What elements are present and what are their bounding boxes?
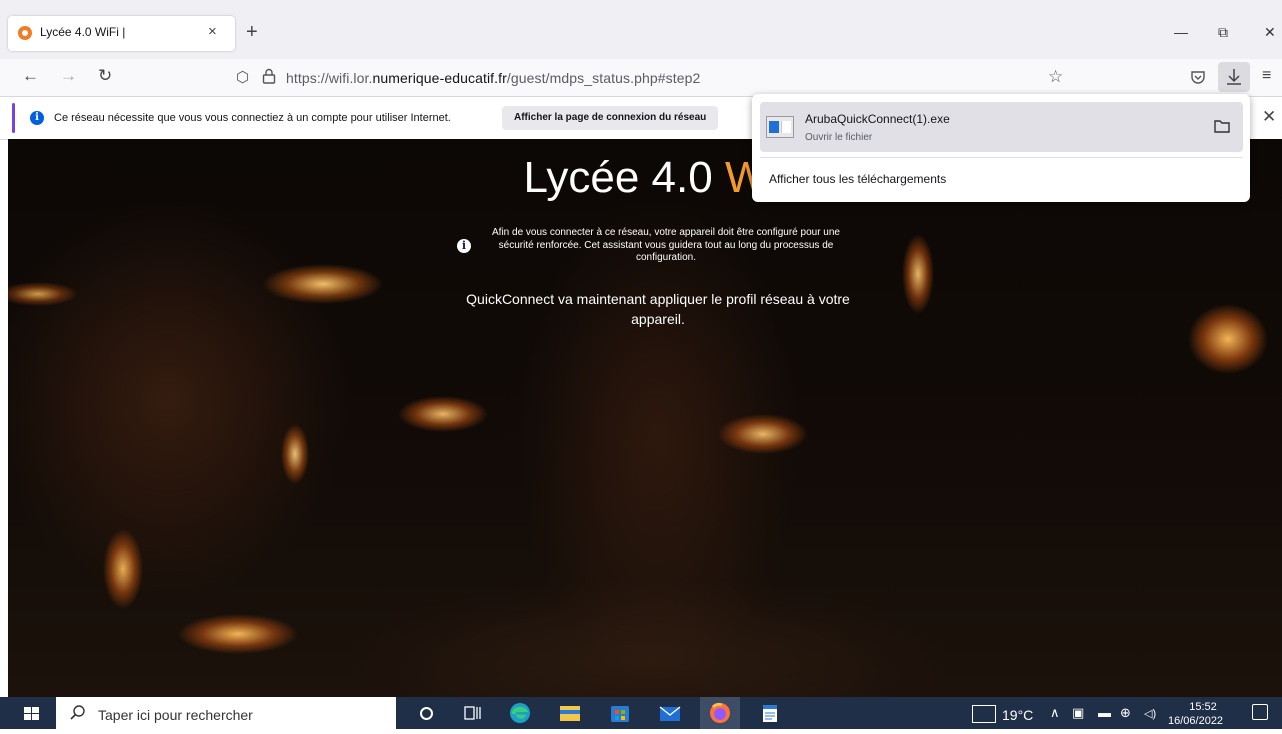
nav-bar: ← → ↻ ⬡ https://wifi.lor.numerique-educa… xyxy=(0,59,1282,96)
task-view-icon[interactable] xyxy=(452,697,492,729)
pocket-icon[interactable] xyxy=(1190,69,1206,85)
status-message: QuickConnect va maintenant appliquer le … xyxy=(466,291,850,327)
firefox-icon[interactable] xyxy=(700,697,740,729)
close-window-button[interactable]: ✕ xyxy=(1264,24,1276,41)
speaker-icon[interactable]: ◁) xyxy=(1144,707,1156,720)
intro-text: Afin de vous connecter à ce réseau, votr… xyxy=(492,227,840,263)
url-bar[interactable]: ⬡ https://wifi.lor.numerique-educatif.fr… xyxy=(228,62,1080,93)
hamburger-menu-icon[interactable]: ≡ xyxy=(1262,67,1271,85)
notepad-icon[interactable] xyxy=(750,697,790,729)
notification-accent xyxy=(12,103,15,133)
lock-icon[interactable] xyxy=(262,68,276,84)
info-icon: i xyxy=(30,111,44,125)
new-tab-button[interactable]: + xyxy=(246,22,258,42)
url-text[interactable]: https://wifi.lor.numerique-educatif.fr/g… xyxy=(286,70,700,86)
search-icon xyxy=(70,705,85,720)
download-file-name: ArubaQuickConnect(1).exe xyxy=(805,112,950,126)
globe-icon[interactable]: ⊕ xyxy=(1120,705,1131,721)
forward-arrow-icon[interactable]: → xyxy=(60,66,77,86)
edge-browser-icon[interactable] xyxy=(500,697,540,729)
windows-start-icon[interactable] xyxy=(24,707,40,721)
notification-close-icon[interactable]: ✕ xyxy=(1262,107,1276,127)
site-favicon-icon xyxy=(18,26,32,40)
file-explorer-icon[interactable] xyxy=(550,697,590,729)
notification-text: Ce réseau nécessite que vous vous connec… xyxy=(54,112,451,124)
restore-button[interactable]: ⧉ xyxy=(1218,24,1228,41)
divider xyxy=(760,157,1243,158)
download-arrow-icon xyxy=(1227,69,1241,85)
taskbar: Taper ici pour rechercher 19°C ∧ ▣ ▬ ⊕ ◁… xyxy=(0,697,1282,729)
clock-date[interactable]: 16/06/2022 xyxy=(1168,715,1223,727)
network-status-icon[interactable]: ▣ xyxy=(1072,705,1084,721)
exe-file-icon xyxy=(766,116,794,138)
download-item[interactable]: ArubaQuickConnect(1).exe Ouvrir le fichi… xyxy=(760,102,1243,152)
taskbar-search-box[interactable]: Taper ici pour rechercher xyxy=(56,697,396,729)
battery-icon[interactable]: ▬ xyxy=(1098,705,1111,720)
chevron-up-icon[interactable]: ∧ xyxy=(1050,705,1060,721)
reload-icon[interactable]: ↻ xyxy=(98,66,112,86)
downloads-panel: ArubaQuickConnect(1).exe Ouvrir le fichi… xyxy=(752,94,1250,202)
search-placeholder: Taper ici pour rechercher xyxy=(98,707,253,723)
page-content: Lycée 4.0 W Afin de vous connecter à ce … xyxy=(8,139,1282,697)
downloads-button[interactable] xyxy=(1218,62,1250,92)
info-icon xyxy=(457,239,471,253)
tab-title: Lycée 4.0 WiFi | xyxy=(40,25,126,39)
tab-strip: Lycée 4.0 WiFi | × + — ⧉ ✕ xyxy=(0,0,1282,59)
cortana-icon[interactable] xyxy=(406,697,446,729)
notification-center-icon[interactable] xyxy=(1252,704,1268,720)
weather-icon[interactable] xyxy=(972,705,996,723)
temperature[interactable]: 19°C xyxy=(1002,707,1033,723)
bookmark-star-icon[interactable]: ☆ xyxy=(1048,67,1063,87)
back-arrow-icon[interactable]: ← xyxy=(22,66,39,86)
folder-icon[interactable] xyxy=(1213,118,1231,134)
tracking-shield-icon[interactable]: ⬡ xyxy=(236,68,249,86)
open-login-page-button[interactable]: Afficher la page de connexion du réseau xyxy=(502,106,719,130)
tab-close-icon[interactable]: × xyxy=(208,23,217,40)
show-all-downloads-link[interactable]: Afficher tous les téléchargements xyxy=(769,172,946,186)
download-status: Ouvrir le fichier xyxy=(805,132,873,143)
tab-active[interactable]: Lycée 4.0 WiFi | × xyxy=(8,16,235,51)
mail-icon[interactable] xyxy=(650,697,690,729)
minimize-button[interactable]: — xyxy=(1174,24,1188,40)
microsoft-store-icon[interactable] xyxy=(600,697,640,729)
clock-time[interactable]: 15:52 xyxy=(1178,701,1228,714)
